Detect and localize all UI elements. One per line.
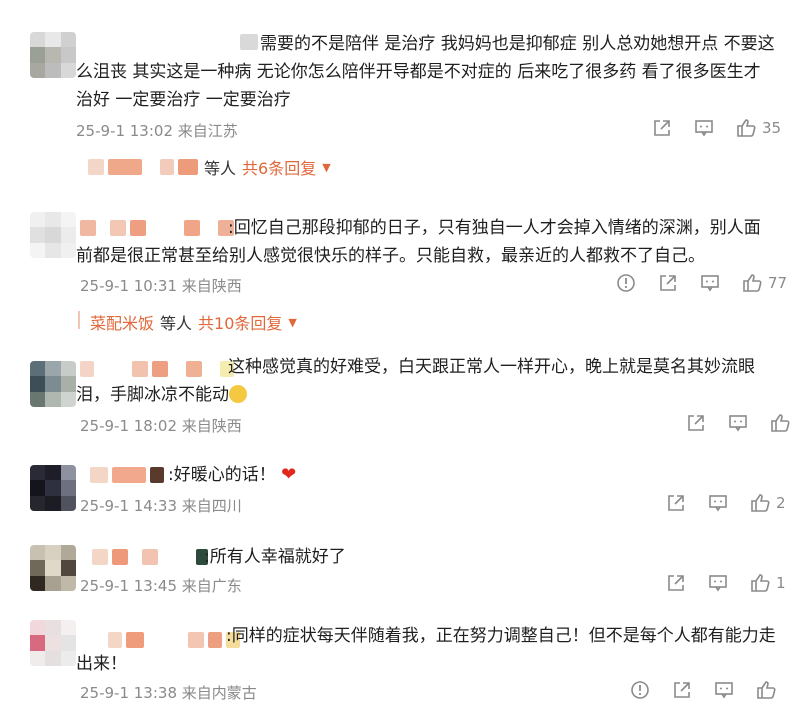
comment-button[interactable] — [708, 573, 728, 593]
comment-icon — [701, 275, 719, 292]
comment-item: :所有人幸福就好了 25-9-1 13:45 来自广东 1 — [0, 537, 800, 617]
like-count: 35 — [762, 119, 782, 137]
like-button[interactable]: 2 — [750, 493, 786, 513]
report-button[interactable] — [616, 273, 636, 293]
avatar[interactable] — [30, 212, 76, 258]
reply-total[interactable]: 共10条回复 — [198, 310, 282, 334]
comment-actions — [664, 413, 796, 433]
comment-icon — [709, 495, 727, 512]
share-icon — [668, 575, 684, 591]
share-icon — [660, 275, 676, 291]
comment-item: :同样的症状每天伴随着我，正在努力调整自己！但不是每个人都有能力走出来！ 25-… — [0, 618, 800, 702]
like-count: 77 — [768, 274, 788, 292]
reply-summary[interactable]: 等人 共6条回复 ▼ — [88, 155, 331, 179]
like-icon — [751, 574, 770, 592]
report-button[interactable] — [630, 680, 650, 700]
comment-button[interactable] — [708, 493, 728, 513]
crying-emoji-icon — [229, 385, 247, 403]
comment-button[interactable] — [728, 413, 748, 433]
comment-actions — [608, 680, 782, 700]
like-button[interactable]: 77 — [742, 273, 787, 293]
like-button[interactable] — [756, 680, 782, 700]
report-icon — [617, 274, 635, 292]
like-count: 1 — [776, 574, 786, 592]
share-icon — [674, 682, 690, 698]
reply-summary[interactable]: 菜配米饭 等人 共10条回复 ▼ — [90, 310, 297, 334]
comment-text-body: :好暖心的话！ — [168, 465, 276, 485]
share-icon — [668, 495, 684, 511]
chevron-down-icon: ▼ — [322, 160, 331, 174]
username-blurred[interactable] — [90, 467, 164, 483]
comment-text: :回忆自己那段抑郁的日子，只有独自一人才会掉入情绪的深渊，别人面前都是很正常甚至… — [76, 218, 761, 266]
reply-names[interactable]: 菜配米饭 — [90, 310, 154, 334]
comment-meta: 25-9-1 13:38 来自内蒙古 — [80, 684, 257, 702]
share-button[interactable] — [666, 573, 686, 593]
comment-actions: 1 — [644, 573, 786, 593]
comment-meta: 25-9-1 13:02 来自江苏 — [76, 122, 238, 140]
comment-text: 这种感觉真的好难受，白天跟正常人一样开心，晚上就是莫名其妙流眼泪，手脚冰凉不能动 — [76, 353, 776, 409]
comment-icon — [695, 120, 713, 137]
like-icon — [757, 681, 776, 699]
avatar[interactable] — [30, 32, 76, 78]
avatar[interactable] — [30, 465, 76, 511]
like-icon — [737, 119, 756, 137]
comment-item: :回忆自己那段抑郁的日子，只有独自一人才会掉入情绪的深渊，别人面前都是很正常甚至… — [0, 200, 800, 340]
comment-actions: 2 — [644, 493, 786, 513]
share-button[interactable] — [652, 118, 672, 138]
share-icon — [654, 120, 670, 136]
chevron-down-icon: ▼ — [288, 315, 297, 329]
like-button[interactable] — [770, 413, 796, 433]
share-icon — [688, 415, 704, 431]
reply-total[interactable]: 共6条回复 — [242, 155, 316, 179]
comment-icon — [709, 575, 727, 592]
avatar[interactable] — [30, 620, 76, 666]
comment-text: :所有人幸福就好了 — [204, 547, 346, 567]
reply-deng: 等人 — [160, 314, 193, 333]
comment-item: 需要的不是陪伴 是治疗 我妈妈也是抑郁症 别人总劝她想开点 不要这么沮丧 其实这… — [0, 0, 800, 200]
comment-meta: 25-9-1 18:02 来自陕西 — [80, 417, 242, 435]
comment-text: :同样的症状每天伴随着我，正在努力调整自己！但不是每个人都有能力走出来！ — [76, 626, 776, 674]
comment-button[interactable] — [714, 680, 734, 700]
comment-item: 这种感觉真的好难受，白天跟正常人一样开心，晚上就是莫名其妙流眼泪，手脚冰凉不能动… — [0, 345, 800, 445]
reply-divider — [78, 311, 80, 329]
comment-item: :好暖心的话！ ❤ 25-9-1 14:33 来自四川 2 — [0, 455, 800, 535]
like-count: 2 — [776, 494, 786, 512]
comment-meta: 25-9-1 13:45 来自广东 — [80, 577, 242, 595]
share-button[interactable] — [686, 413, 706, 433]
avatar[interactable] — [30, 361, 76, 407]
comment-text: :好暖心的话！ ❤ — [168, 461, 768, 489]
comment-text: 需要的不是陪伴 是治疗 我妈妈也是抑郁症 别人总劝她想开点 不要这么沮丧 其实这… — [76, 34, 775, 110]
comment-icon — [715, 682, 733, 699]
share-button[interactable] — [666, 493, 686, 513]
like-icon — [771, 414, 790, 432]
like-icon — [743, 274, 762, 292]
report-icon — [631, 681, 649, 699]
username-blurred[interactable] — [92, 549, 208, 565]
like-button[interactable]: 1 — [750, 573, 786, 593]
comment-meta: 25-9-1 14:33 来自四川 — [80, 497, 242, 515]
comment-button[interactable] — [700, 273, 720, 293]
like-icon — [751, 494, 770, 512]
share-button[interactable] — [658, 273, 678, 293]
share-button[interactable] — [672, 680, 692, 700]
comment-text-body: 这种感觉真的好难受，白天跟正常人一样开心，晚上就是莫名其妙流眼泪，手脚冰凉不能动 — [76, 357, 755, 405]
comment-button[interactable] — [694, 118, 714, 138]
reply-deng: 等人 — [204, 159, 237, 178]
heart-emoji-icon: ❤ — [281, 464, 297, 485]
avatar[interactable] — [30, 545, 76, 591]
comment-icon — [729, 415, 747, 432]
comment-meta: 25-9-1 10:31 来自陕西 — [80, 277, 242, 295]
comment-actions: 35 — [630, 118, 781, 138]
like-button[interactable]: 35 — [736, 118, 781, 138]
comment-actions: 77 — [594, 273, 787, 293]
